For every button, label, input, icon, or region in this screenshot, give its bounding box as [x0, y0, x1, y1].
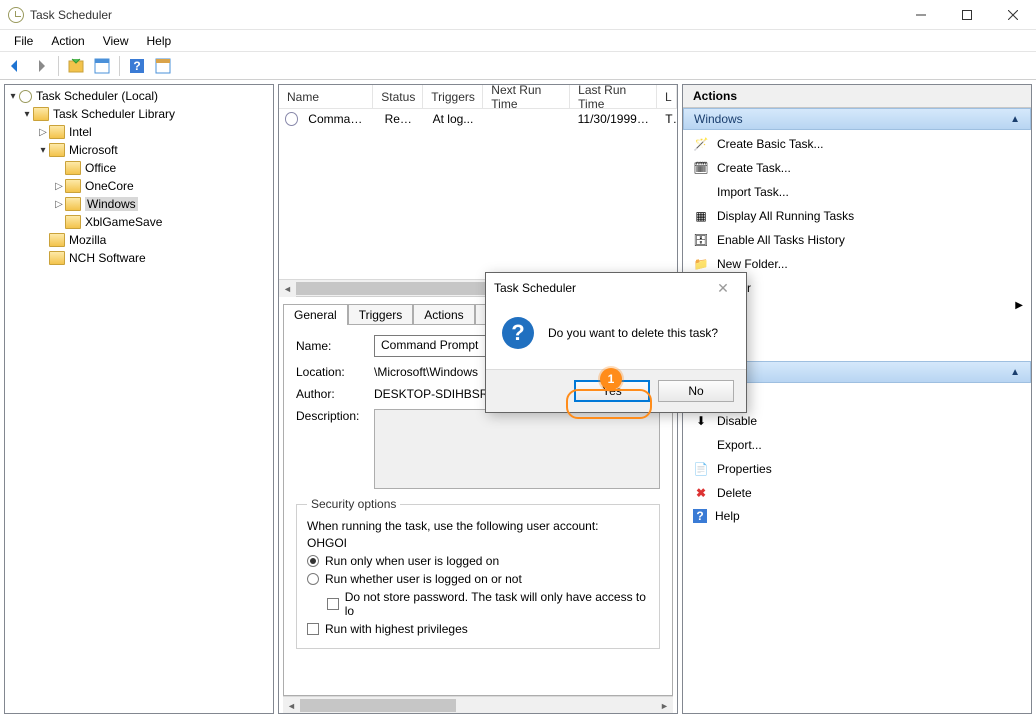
tree-nch[interactable]: NCH Software: [7, 249, 271, 267]
minimize-button[interactable]: [898, 0, 944, 30]
menu-file[interactable]: File: [6, 32, 41, 50]
tree-library[interactable]: Task Scheduler Library: [7, 105, 271, 123]
running-icon: ▦: [693, 208, 709, 224]
tree-mozilla[interactable]: Mozilla: [7, 231, 271, 249]
app-icon: [8, 7, 24, 23]
task-icon: 🗓: [693, 160, 709, 176]
action-running[interactable]: ▦Display All Running Tasks: [683, 204, 1031, 228]
tree-root[interactable]: Task Scheduler (Local): [7, 87, 271, 105]
question-icon: ?: [502, 317, 534, 349]
tab-general[interactable]: General: [283, 304, 348, 325]
properties-icon: 📄: [693, 461, 709, 477]
security-options: Security options When running the task, …: [296, 497, 660, 649]
menu-help[interactable]: Help: [139, 32, 180, 50]
col-triggers[interactable]: Triggers: [423, 85, 483, 108]
help-icon: ?: [693, 509, 707, 523]
action-create-basic[interactable]: 🪄Create Basic Task...: [683, 132, 1031, 156]
delete-icon: ✖: [693, 485, 709, 501]
disable-icon: ⬇: [693, 413, 709, 429]
task-triggers: At log...: [425, 112, 482, 126]
tree-intel[interactable]: Intel: [7, 123, 271, 141]
annotation-marker-1: 1: [600, 368, 622, 390]
export-icon: [693, 437, 709, 453]
dialog-message: Do you want to delete this task?: [548, 326, 718, 340]
toolbar: ?: [0, 52, 1036, 80]
toolbar-icon-2[interactable]: [91, 55, 113, 77]
action-properties[interactable]: 📄Properties: [683, 457, 1031, 481]
security-text: When running the task, use the following…: [307, 519, 649, 533]
security-user: OHGOI: [307, 536, 649, 550]
toolbar-icon-1[interactable]: [65, 55, 87, 77]
action-import[interactable]: Import Task...: [683, 180, 1031, 204]
tree-office[interactable]: Office: [7, 159, 271, 177]
name-label: Name:: [296, 339, 374, 353]
list-header: Name Status Triggers Next Run Time Last …: [279, 85, 677, 109]
tab-actions[interactable]: Actions: [413, 304, 474, 325]
task-status: Ready: [377, 112, 425, 126]
close-button[interactable]: [990, 0, 1036, 30]
maximize-button[interactable]: [944, 0, 990, 30]
tree-onecore[interactable]: OneCore: [7, 177, 271, 195]
tab-triggers[interactable]: Triggers: [348, 304, 414, 325]
tree-microsoft[interactable]: Microsoft: [7, 141, 271, 159]
check-highest[interactable]: Run with highest privileges: [307, 622, 649, 636]
confirm-dialog: Task Scheduler ✕ ? Do you want to delete…: [485, 272, 747, 413]
task-name: Command P...: [300, 112, 376, 126]
import-icon: [693, 184, 709, 200]
action-delete[interactable]: ✖Delete: [683, 481, 1031, 505]
window-titlebar: Task Scheduler: [0, 0, 1036, 30]
tree-pane: Task Scheduler (Local) Task Scheduler Li…: [4, 84, 274, 714]
wizard-icon: 🪄: [693, 136, 709, 152]
security-legend: Security options: [307, 497, 400, 511]
window-title: Task Scheduler: [30, 8, 112, 22]
menu-view[interactable]: View: [95, 32, 137, 50]
description-label: Description:: [296, 409, 374, 423]
help-icon[interactable]: ?: [126, 55, 148, 77]
tree-windows[interactable]: Windows: [7, 195, 271, 213]
col-name[interactable]: Name: [279, 85, 373, 108]
task-icon: [285, 112, 298, 126]
svg-text:?: ?: [133, 59, 140, 73]
history-icon: 🗄: [693, 232, 709, 248]
menu-action[interactable]: Action: [43, 32, 92, 50]
action-help[interactable]: ?Help: [683, 505, 1031, 527]
radio-logged-on[interactable]: Run only when user is logged on: [307, 554, 649, 568]
no-button[interactable]: No: [658, 380, 734, 402]
tree-xblgamesave[interactable]: XblGameSave: [7, 213, 271, 231]
toolbar-icon-3[interactable]: [152, 55, 174, 77]
task-row[interactable]: Command P... Ready At log... 11/30/1999 …: [279, 109, 677, 129]
menubar: File Action View Help: [0, 30, 1036, 52]
task-last: 11/30/1999 ...: [570, 112, 658, 126]
task-l: T: [657, 112, 677, 126]
col-status[interactable]: Status: [373, 85, 423, 108]
actions-header: Actions: [683, 85, 1031, 108]
action-export[interactable]: Export...: [683, 433, 1031, 457]
author-label: Author:: [296, 387, 374, 401]
location-label: Location:: [296, 365, 374, 379]
dialog-title: Task Scheduler: [494, 281, 576, 295]
col-l[interactable]: L: [657, 85, 677, 108]
dialog-close-button[interactable]: ✕: [708, 280, 738, 297]
col-last[interactable]: Last Run Time: [570, 85, 657, 108]
details-hscroll[interactable]: ◄►: [283, 696, 673, 713]
description-field[interactable]: [374, 409, 660, 489]
forward-button[interactable]: [30, 55, 52, 77]
radio-whether[interactable]: Run whether user is logged on or not: [307, 572, 649, 586]
back-button[interactable]: [4, 55, 26, 77]
col-next[interactable]: Next Run Time: [483, 85, 570, 108]
section-windows[interactable]: Windows▲: [683, 108, 1031, 130]
action-history[interactable]: 🗄Enable All Tasks History: [683, 228, 1031, 252]
newfolder-icon: 📁: [693, 256, 709, 272]
check-nopass[interactable]: Do not store password. The task will onl…: [327, 590, 649, 618]
action-create-task[interactable]: 🗓Create Task...: [683, 156, 1031, 180]
